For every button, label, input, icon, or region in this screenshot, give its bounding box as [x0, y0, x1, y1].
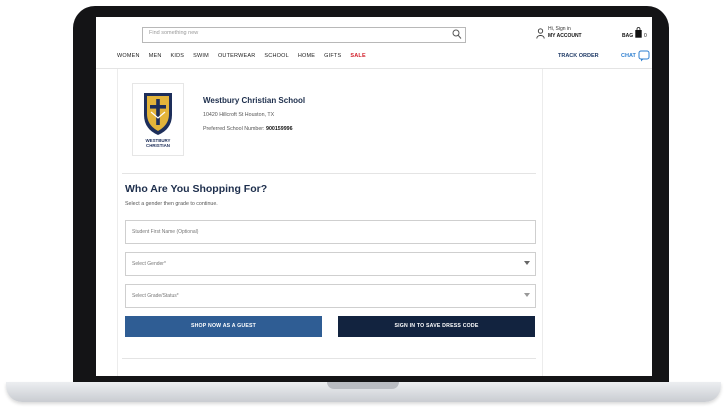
- gender-select[interactable]: Select Gender*: [125, 252, 536, 276]
- school-number: Preferred School Number: 900159996: [203, 126, 293, 132]
- nav-item-women[interactable]: WOMEN: [117, 53, 140, 63]
- nav-item-swim[interactable]: SWIM: [193, 53, 209, 63]
- shopping-bag-icon[interactable]: [635, 27, 642, 38]
- nav-item-sale[interactable]: SALE: [350, 53, 365, 63]
- svg-text:CHRISTIAN: CHRISTIAN: [146, 143, 170, 148]
- shopping-instructions: Select a gender then grade to continue.: [125, 201, 218, 207]
- search-input[interactable]: Find something new: [142, 27, 466, 43]
- school-number-value: 900159996: [266, 126, 293, 132]
- search-placeholder: Find something new: [149, 30, 199, 36]
- grade-select[interactable]: Select Grade/Status*: [125, 284, 536, 308]
- school-crest-icon: WESTBURY CHRISTIAN: [144, 93, 172, 148]
- sign-in-greeting[interactable]: Hi, Sign in: [548, 26, 571, 32]
- chat-bubble-icon[interactable]: [638, 50, 650, 62]
- user-icon: [536, 28, 545, 39]
- grade-placeholder: Select Grade/Status*: [132, 293, 179, 299]
- nav-item-home[interactable]: HOME: [298, 53, 315, 63]
- shopping-heading: Who Are You Shopping For?: [125, 183, 268, 195]
- main-nav: WOMEN MEN KIDS SWIM OUTERWEAR SCHOOL HOM…: [117, 53, 366, 63]
- sign-in-save-dress-code-button[interactable]: SIGN IN TO SAVE DRESS CODE: [338, 316, 535, 337]
- nav-item-school[interactable]: SCHOOL: [264, 53, 288, 63]
- bag-count: 0: [644, 33, 647, 39]
- student-name-input[interactable]: Student First Name (Optional): [125, 220, 536, 244]
- bottom-divider: [122, 358, 536, 359]
- nav-item-gifts[interactable]: GIFTS: [324, 53, 341, 63]
- my-account-label[interactable]: MY ACCOUNT: [548, 33, 582, 39]
- school-logo: WESTBURY CHRISTIAN: [132, 83, 184, 156]
- shop-as-guest-button[interactable]: SHOP NOW AS A GUEST: [125, 316, 322, 337]
- nav-item-kids[interactable]: KIDS: [171, 53, 185, 63]
- chat-link[interactable]: CHAT: [621, 53, 636, 59]
- bag-label[interactable]: BAG: [622, 33, 633, 39]
- chevron-down-icon: [524, 293, 530, 297]
- search-icon[interactable]: [452, 29, 462, 40]
- chevron-down-icon: [524, 261, 530, 265]
- gender-placeholder: Select Gender*: [132, 261, 166, 267]
- nav-item-men[interactable]: MEN: [149, 53, 162, 63]
- school-number-label: Preferred School Number:: [203, 126, 265, 132]
- account-menu[interactable]: Hi, Sign in MY ACCOUNT: [536, 26, 616, 46]
- laptop-notch: [327, 382, 399, 389]
- laptop-screen: Find something new Hi, Sign in MY ACCOUN…: [96, 17, 652, 376]
- nav-item-outerwear[interactable]: OUTERWEAR: [218, 53, 255, 63]
- section-divider: [122, 173, 536, 174]
- school-name: Westbury Christian School: [203, 96, 306, 105]
- school-address: 10420 Hillcroft St Houston, TX: [203, 112, 275, 118]
- student-name-placeholder: Student First Name (Optional): [132, 229, 199, 235]
- track-order-link[interactable]: TRACK ORDER: [558, 53, 599, 59]
